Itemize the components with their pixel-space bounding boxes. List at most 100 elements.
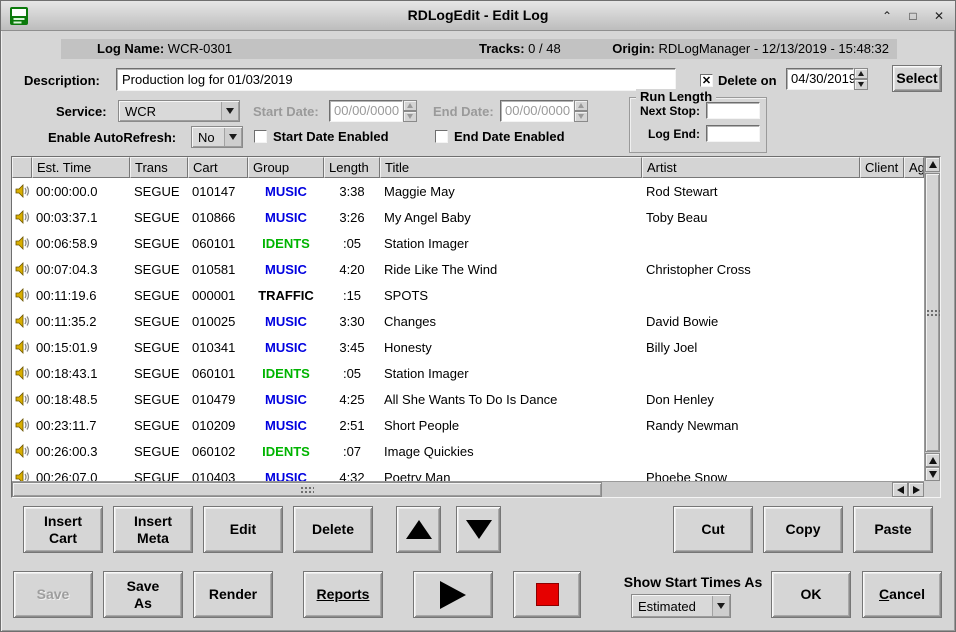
table-row[interactable]: 00:18:48.5SEGUE010479MUSIC4:25All She Wa… [12,386,924,412]
stop-button[interactable] [513,571,581,618]
cell-client [860,308,904,334]
column-header-client[interactable]: Client [860,157,904,178]
cut-button[interactable]: Cut [673,506,753,553]
cell-client [860,230,904,256]
speaker-icon [12,230,32,256]
shade-icon[interactable]: ⌃ [877,6,897,26]
horizontal-scroll-thumb[interactable] [12,482,602,497]
reports-button[interactable]: Reports [303,571,383,618]
chevron-down-icon[interactable] [712,596,729,616]
save-as-button[interactable]: Save As [103,571,183,618]
table-row[interactable]: 00:11:19.6SEGUE000001TRAFFIC:15SPOTS [12,282,924,308]
play-button[interactable] [413,571,493,618]
table-row[interactable]: 00:00:00.0SEGUE010147MUSIC3:38Maggie May… [12,178,924,204]
scroll-left-icon[interactable] [892,482,908,497]
table-row[interactable]: 00:15:01.9SEGUE010341MUSIC3:45HonestyBil… [12,334,924,360]
delete-on-checkbox[interactable] [700,74,713,87]
column-header-group[interactable]: Group [248,157,324,178]
column-header-title[interactable]: Title [380,157,642,178]
cell-trans: SEGUE [130,230,188,256]
cell-trans: SEGUE [130,178,188,204]
cell-trans: SEGUE [130,308,188,334]
chevron-down-icon[interactable] [224,128,241,146]
delete-date-value[interactable]: 04/30/2019 [786,68,854,90]
edit-button[interactable]: Edit [203,506,283,553]
column-header-cart[interactable]: Cart [188,157,248,178]
scroll-right-icon[interactable] [908,482,924,497]
cell-trans: SEGUE [130,464,188,481]
close-icon[interactable]: ✕ [929,6,949,26]
cell-title: All She Wants To Do Is Dance [380,386,642,412]
table-row[interactable]: 00:26:00.3SEGUE060102IDENTS:07Image Quic… [12,438,924,464]
table-row[interactable]: 00:06:58.9SEGUE060101IDENTS:05Station Im… [12,230,924,256]
spin-up-icon[interactable] [854,68,868,79]
column-header-trans[interactable]: Trans [130,157,188,178]
cell-client [860,204,904,230]
speaker-icon [12,308,32,334]
service-combobox[interactable]: WCR [118,100,240,122]
cell-agency [904,438,924,464]
maximize-icon[interactable]: □ [903,6,923,26]
render-button[interactable]: Render [193,571,273,618]
move-down-button[interactable] [456,506,501,553]
column-header-artist[interactable]: Artist [642,157,860,178]
scroll-down-icon[interactable] [925,467,940,481]
cell-agency [904,464,924,481]
column-header-length[interactable]: Length [324,157,380,178]
move-up-button[interactable] [396,506,441,553]
scroll-up-icon[interactable] [925,157,940,172]
delete-button[interactable]: Delete [293,506,373,553]
horizontal-scrollbar[interactable] [12,481,924,497]
cell-trans: SEGUE [130,412,188,438]
speaker-icon [12,386,32,412]
cell-agency [904,178,924,204]
description-input[interactable] [116,68,676,91]
cell-title: Poetry Man [380,464,642,481]
log-end-field [706,125,760,142]
table-row[interactable]: 00:03:37.1SEGUE010866MUSIC3:26My Angel B… [12,204,924,230]
cell-agency [904,360,924,386]
cell-est-time: 00:11:35.2 [32,308,130,334]
start-times-combobox[interactable]: Estimated [631,594,731,618]
column-header-icon[interactable] [12,157,32,178]
cell-artist [642,438,860,464]
delete-date-spinbox[interactable]: 04/30/2019 [786,68,868,90]
spin-down-icon[interactable] [854,79,868,90]
autorefresh-combobox[interactable]: No [191,126,243,148]
copy-button[interactable]: Copy [763,506,843,553]
vertical-scroll-thumb[interactable] [925,173,940,452]
cell-title: Short People [380,412,642,438]
cell-group: MUSIC [248,256,324,282]
column-header-agency[interactable]: Agency [904,157,924,178]
log-info-bar: Log Name: WCR-0301 Tracks: 0 / 48 Origin… [61,39,897,59]
select-date-button[interactable]: Select [892,65,942,92]
table-row[interactable]: 00:18:43.1SEGUE060101IDENTS:05Station Im… [12,360,924,386]
title-bar[interactable]: RDLogEdit - Edit Log ⌃ □ ✕ [1,1,955,31]
cell-length: :05 [324,230,380,256]
cell-client [860,282,904,308]
cell-agency [904,256,924,282]
column-header-est-time[interactable]: Est. Time [32,157,130,178]
table-row[interactable]: 00:23:11.7SEGUE010209MUSIC2:51Short Peop… [12,412,924,438]
end-date-enabled-checkbox[interactable] [435,130,448,143]
start-date-enabled-checkbox[interactable] [254,130,267,143]
cell-group: MUSIC [248,412,324,438]
spin-down-icon [403,111,417,122]
window-title: RDLogEdit - Edit Log [1,7,955,23]
table-row[interactable]: 00:26:07.0SEGUE010403MUSIC4:32Poetry Man… [12,464,924,481]
save-button: Save [13,571,93,618]
ok-button[interactable]: OK [771,571,851,618]
cell-title: Maggie May [380,178,642,204]
cell-agency [904,308,924,334]
cancel-button[interactable]: Cancel [862,571,942,618]
scroll-up-icon[interactable] [925,453,940,467]
spin-up-icon [403,100,417,111]
chevron-down-icon[interactable] [221,102,238,120]
paste-button[interactable]: Paste [853,506,933,553]
vertical-scrollbar[interactable] [924,157,940,481]
table-row[interactable]: 00:07:04.3SEGUE010581MUSIC4:20Ride Like … [12,256,924,282]
cell-artist: Rod Stewart [642,178,860,204]
table-row[interactable]: 00:11:35.2SEGUE010025MUSIC3:30ChangesDav… [12,308,924,334]
insert-meta-button[interactable]: Insert Meta [113,506,193,553]
insert-cart-button[interactable]: Insert Cart [23,506,103,553]
